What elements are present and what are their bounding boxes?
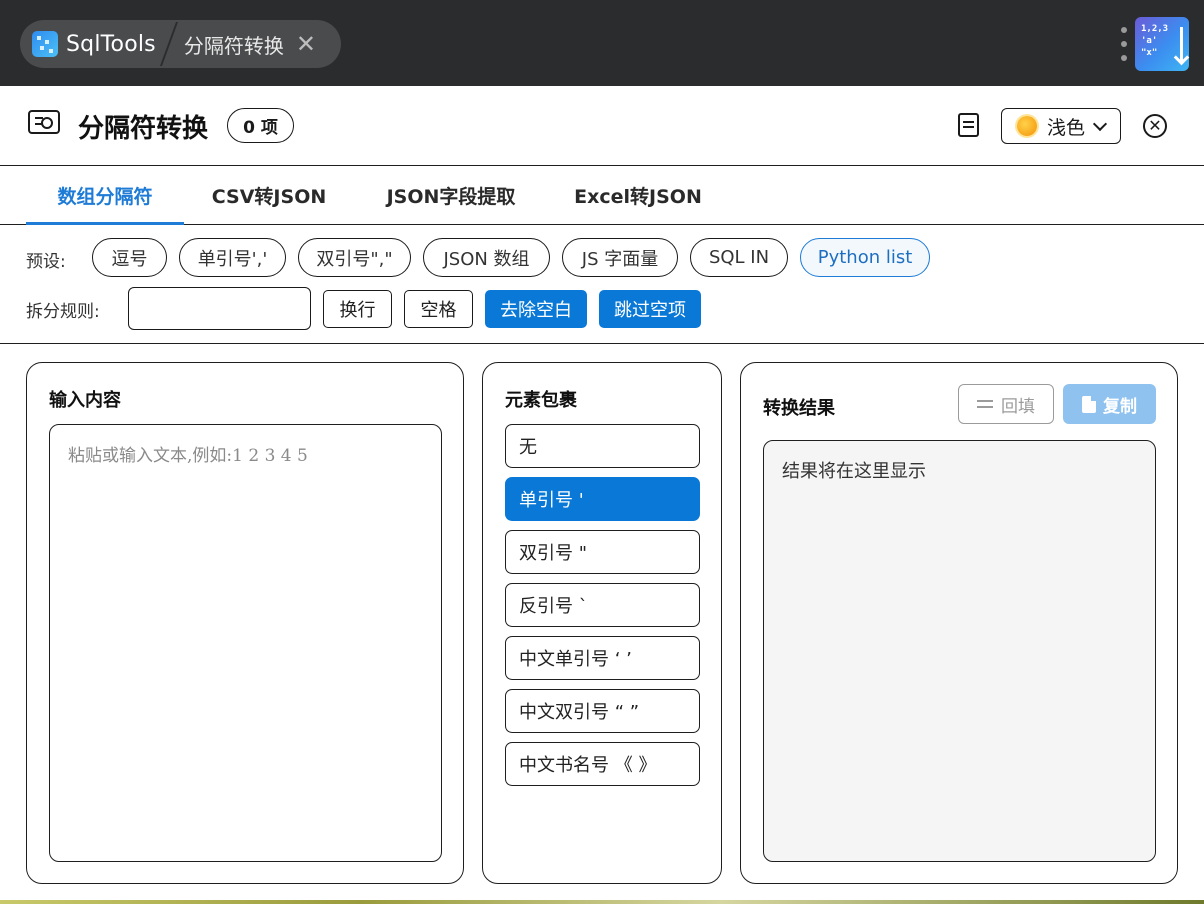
- database-icon: [32, 31, 58, 57]
- id-card-icon: [28, 110, 60, 134]
- copy-icon: [1082, 395, 1096, 413]
- desktop-strip: [0, 900, 1204, 904]
- input-panel-title: 输入内容: [49, 390, 121, 411]
- tab-label: 分隔符转换: [183, 33, 284, 58]
- result-panel-title: 转换结果: [763, 398, 835, 419]
- wrap-option-none[interactable]: 无: [505, 424, 700, 468]
- skip-empty-toggle[interactable]: 跳过空项: [599, 290, 701, 328]
- tab-excel-to-json[interactable]: Excel转JSON: [564, 166, 712, 224]
- app-tab[interactable]: SqlTools 分隔符转换 ✕: [20, 20, 341, 68]
- trim-whitespace-toggle[interactable]: 去除空白: [485, 290, 587, 328]
- wrap-panel-title: 元素包裹: [505, 390, 577, 411]
- sun-icon: [1017, 116, 1037, 136]
- copy-label: 复制: [1103, 396, 1137, 417]
- split-rule-input[interactable]: [128, 287, 311, 330]
- tab-json-field-extract[interactable]: JSON字段提取: [372, 166, 530, 224]
- chevron-down-icon: [1092, 116, 1108, 131]
- tab-csv-to-json[interactable]: CSV转JSON: [200, 166, 338, 224]
- tab-divider: [159, 22, 178, 66]
- theme-label: 浅色: [1047, 116, 1086, 139]
- wrap-option-double-quote[interactable]: 双引号 ": [505, 530, 700, 574]
- wrap-option-cn-book-title[interactable]: 中文书名号 《 》: [505, 742, 700, 786]
- result-panel: 转换结果 回填 复制 结果将在这里显示: [740, 362, 1178, 884]
- tab-array-delimiter[interactable]: 数组分隔符: [26, 166, 184, 225]
- main-window: 分隔符转换 0 项 浅色 ✕ 数组分隔符 CSV转JSON JSON字段提取 E…: [0, 86, 1204, 904]
- split-newline-button[interactable]: 换行: [323, 290, 392, 328]
- tab-close-icon[interactable]: ✕: [296, 32, 316, 56]
- input-textarea[interactable]: 粘贴或输入文本,例如:1 2 3 4 5: [49, 424, 442, 862]
- result-output[interactable]: 结果将在这里显示: [763, 440, 1156, 862]
- input-panel: 输入内容 粘贴或输入文本,例如:1 2 3 4 5: [26, 362, 464, 884]
- wrap-option-cn-double-quote[interactable]: 中文双引号 “ ”: [505, 689, 700, 733]
- close-circle-icon[interactable]: ✕: [1143, 114, 1167, 138]
- title-bar: SqlTools 分隔符转换 ✕ 1,2,3 'a' "x": [0, 0, 1204, 86]
- app-chip[interactable]: SqlTools: [20, 20, 156, 68]
- more-menu-icon[interactable]: [1120, 27, 1128, 61]
- wrap-option-single-quote[interactable]: 单引号 ': [505, 477, 700, 521]
- refill-label: 回填: [1001, 396, 1035, 417]
- refill-button[interactable]: 回填: [958, 384, 1054, 424]
- tab-bar: 数组分隔符 CSV转JSON JSON字段提取 Excel转JSON: [0, 166, 1204, 225]
- options-bar: 预设: 逗号 单引号',' 双引号"," JSON 数组 JS 字面量 SQL …: [0, 225, 1204, 344]
- preset-js-literal[interactable]: JS 字面量: [562, 238, 678, 277]
- preset-sql-in[interactable]: SQL IN: [690, 238, 788, 277]
- preset-single-quote[interactable]: 单引号',': [179, 238, 286, 277]
- preset-double-quote[interactable]: 双引号",": [298, 238, 411, 277]
- page-header: 分隔符转换 0 项 浅色 ✕: [0, 86, 1204, 166]
- swap-icon: [977, 398, 993, 410]
- preset-json-array[interactable]: JSON 数组: [423, 238, 550, 277]
- wrap-option-cn-single-quote[interactable]: 中文单引号 ‘ ’: [505, 636, 700, 680]
- document-icon[interactable]: [958, 113, 979, 137]
- split-space-button[interactable]: 空格: [404, 290, 473, 328]
- wrap-panel: 元素包裹 无 单引号 ' 双引号 " 反引号 ` 中文单引号 ‘ ’ 中文双引号…: [482, 362, 722, 884]
- arrow-down-icon: [1171, 27, 1183, 61]
- wrap-option-backtick[interactable]: 反引号 `: [505, 583, 700, 627]
- theme-select[interactable]: 浅色: [1001, 108, 1121, 144]
- split-rules-label: 拆分规则:: [26, 302, 100, 322]
- preset-python-list[interactable]: Python list: [800, 238, 930, 277]
- item-count-badge: 0 项: [227, 108, 294, 143]
- page-title: 分隔符转换: [78, 114, 209, 144]
- presets-label: 预设:: [26, 252, 66, 272]
- preset-comma[interactable]: 逗号: [92, 238, 167, 277]
- copy-button[interactable]: 复制: [1063, 384, 1156, 424]
- delimiter-logo-icon[interactable]: 1,2,3 'a' "x": [1135, 17, 1189, 71]
- app-name: SqlTools: [66, 31, 156, 57]
